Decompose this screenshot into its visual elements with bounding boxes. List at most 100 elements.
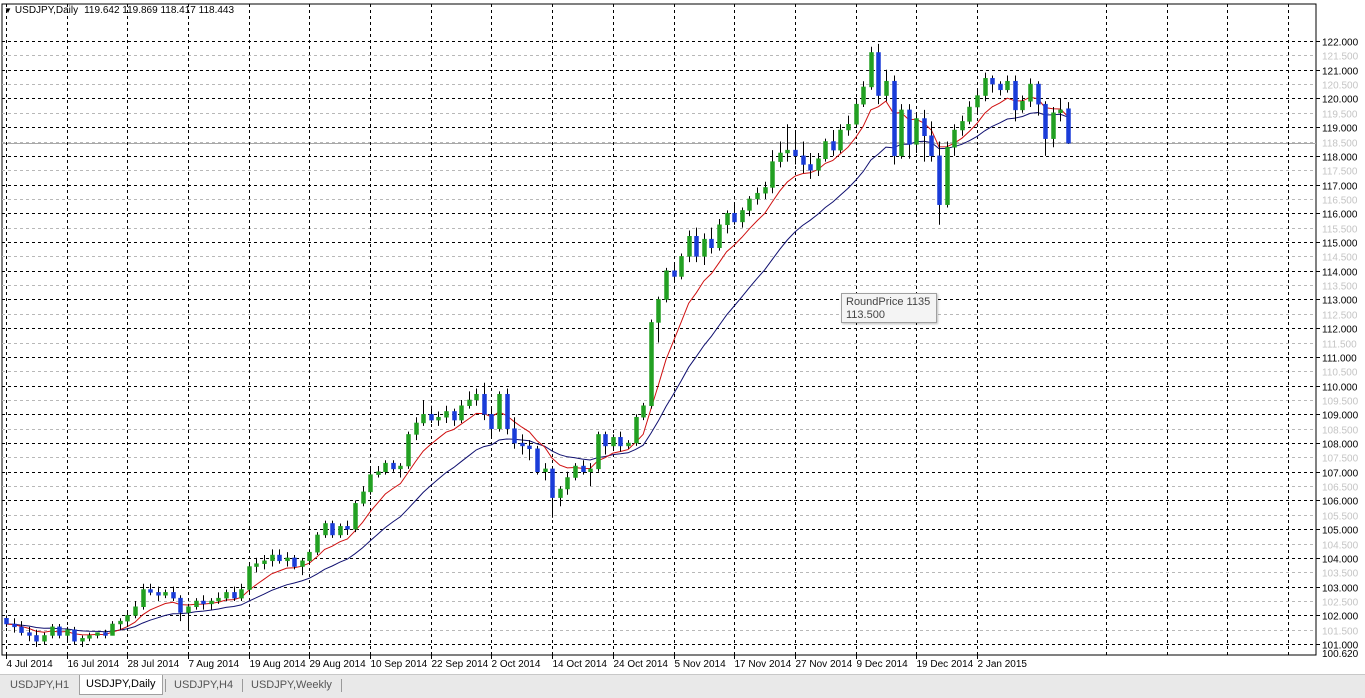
candle-body — [1005, 80, 1010, 91]
candles — [4, 43, 1071, 647]
candle-body — [436, 416, 441, 421]
price-tick-minor: 115.500 — [1322, 225, 1358, 236]
candle-body — [489, 414, 494, 429]
candle-body — [634, 416, 639, 444]
candle-body — [239, 589, 244, 599]
candle-body — [254, 563, 259, 567]
candle-body — [793, 149, 798, 157]
candle-body — [376, 471, 381, 475]
candle-body — [747, 198, 752, 211]
chart-plot[interactable]: 101.500 102.500 103.500 104.500 105.500 106.5… — [0, 0, 1365, 674]
candle-body — [998, 83, 1003, 91]
time-tick-label: 19 Dec 2014 — [917, 659, 974, 670]
candle-body — [581, 465, 586, 473]
tab-usdjpy-h1[interactable]: USDJPY,H1 — [4, 677, 75, 694]
candle-body — [315, 534, 320, 553]
candle-body — [459, 405, 464, 421]
candle-body — [171, 592, 176, 599]
candle-body — [778, 152, 783, 162]
candle-body — [535, 448, 540, 473]
candle-body — [406, 434, 411, 467]
price-tick-minor: 104.500 — [1322, 541, 1359, 552]
candle-body — [596, 434, 601, 470]
candle-body — [907, 109, 912, 145]
candle-body — [732, 213, 737, 223]
price-bottom-label: 100.620 — [1322, 649, 1359, 660]
price-tick-minor: 120.500 — [1322, 81, 1359, 92]
tab-usdjpy-weekly[interactable]: USDJPY,Weekly — [245, 677, 338, 694]
candle-body — [945, 146, 950, 205]
candle-body — [929, 135, 934, 157]
candle-body — [641, 405, 646, 418]
candle-body — [87, 635, 92, 639]
candle-body — [816, 158, 821, 171]
candle-body — [846, 124, 851, 131]
time-tick-label: 17 Nov 2014 — [735, 659, 792, 670]
price-tick-label: 119.000 — [1322, 124, 1358, 135]
price-tick-minor: 110.500 — [1322, 368, 1358, 379]
candle-body — [300, 560, 305, 567]
candle-body — [391, 462, 396, 470]
candle-body — [884, 80, 889, 96]
candle-body — [323, 523, 328, 536]
chart-menu-arrow-icon[interactable]: ▼ — [4, 6, 12, 15]
moving-averages — [5, 96, 1069, 636]
price-tick-label: 103.000 — [1322, 584, 1359, 595]
candle-body — [801, 155, 806, 165]
candle-body — [361, 491, 366, 504]
price-tick-minor: 109.500 — [1322, 397, 1359, 408]
candle-body — [50, 626, 55, 636]
candle-body — [34, 635, 39, 642]
candle-body — [527, 445, 532, 450]
candle-body — [1036, 83, 1041, 105]
candle-body — [178, 597, 183, 613]
candle-body — [4, 617, 9, 625]
candle-body — [550, 468, 555, 498]
price-tick-minor: 106.500 — [1322, 483, 1359, 494]
candle-body — [201, 600, 206, 605]
candle-body — [42, 635, 47, 642]
candle-body — [1020, 101, 1025, 111]
candle-body — [520, 442, 525, 447]
candle-body — [209, 600, 214, 605]
price-tick-label: 107.000 — [1322, 469, 1359, 480]
candle-body — [687, 236, 692, 257]
chart-header: ▼ USDJPY,Daily 119.642 119.869 118.417 118… — [4, 5, 234, 16]
price-tick-label: 110.000 — [1322, 383, 1358, 394]
price-tick-label: 105.000 — [1322, 526, 1359, 537]
candle-body — [338, 526, 343, 536]
price-tick-minor: 119.500 — [1322, 110, 1358, 121]
price-tick-minor: 117.500 — [1322, 167, 1358, 178]
tab-usdjpy-daily[interactable]: USDJPY,Daily — [79, 675, 163, 695]
chart-window[interactable]: 101.500 102.500 103.500 104.500 105.500 106.5… — [0, 0, 1365, 674]
candle-body — [383, 462, 388, 473]
candle-body — [679, 256, 684, 277]
time-tick-label: 16 Jul 2014 — [68, 659, 120, 670]
candle-body — [452, 411, 457, 421]
candle-body — [429, 414, 434, 421]
candle-body — [618, 437, 623, 447]
ma-slow-line — [5, 111, 1069, 633]
candle-body — [831, 141, 836, 151]
time-tick-label: 7 Aug 2014 — [189, 659, 240, 670]
candle-body — [398, 465, 403, 470]
candle-body — [588, 468, 593, 473]
candle-body — [505, 393, 510, 429]
candle-body — [368, 474, 373, 493]
candle-body — [19, 626, 24, 633]
tooltip-title: RoundPrice 1135 — [846, 296, 931, 308]
candle-body — [186, 606, 191, 613]
price-tick-label: 102.000 — [1322, 612, 1359, 623]
candle-body — [543, 468, 548, 473]
candle-body — [80, 638, 85, 642]
price-axis: 101.500 102.500 103.500 104.500 105.500 106.5… — [1316, 38, 1359, 660]
time-tick-label: 10 Sep 2014 — [371, 659, 428, 670]
candle-body — [611, 437, 616, 447]
candle-body — [307, 551, 312, 562]
time-tick-label: 22 Sep 2014 — [432, 659, 489, 670]
price-tick-label: 117.000 — [1322, 182, 1358, 193]
candle-body — [467, 399, 472, 406]
time-tick-label: 27 Nov 2014 — [796, 659, 853, 670]
tab-usdjpy-h4[interactable]: USDJPY,H4 — [168, 677, 239, 694]
candle-body — [277, 554, 282, 562]
